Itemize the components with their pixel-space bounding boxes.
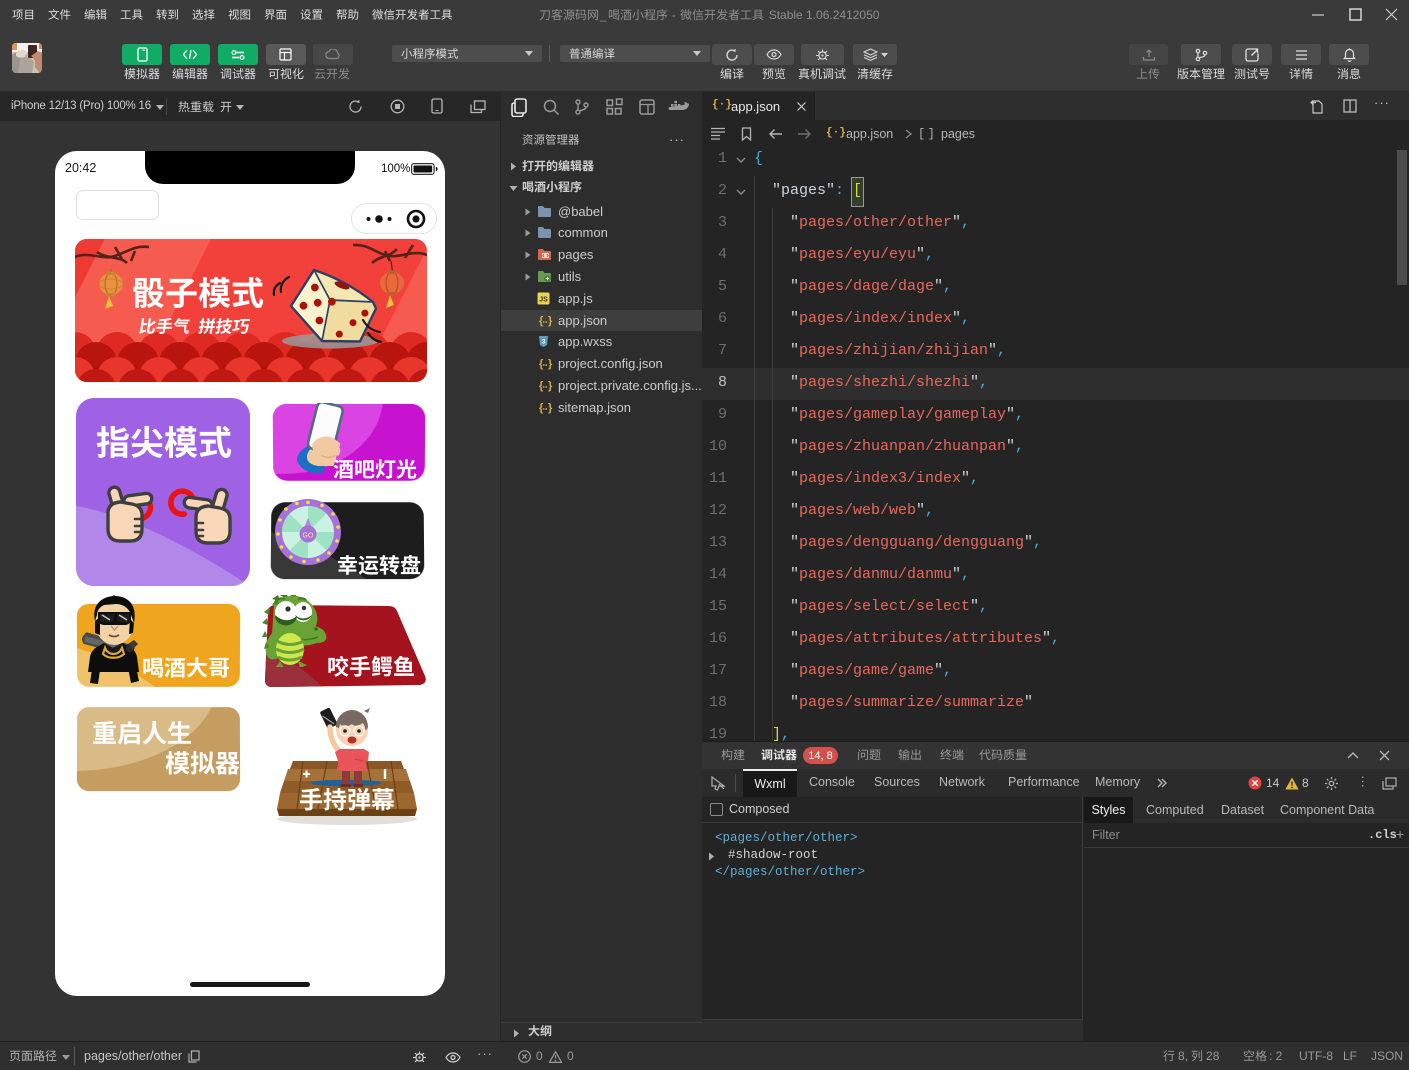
- svg-text:{: {: [539, 315, 544, 327]
- svg-text:{: {: [539, 402, 544, 414]
- svg-text:}: }: [548, 380, 553, 392]
- svg-text:3: 3: [542, 339, 546, 346]
- svg-text:{: {: [539, 358, 544, 370]
- svg-text:GO: GO: [303, 533, 314, 540]
- svg-text:{: {: [539, 380, 544, 392]
- svg-text:}: }: [548, 358, 553, 370]
- svg-text:}: }: [548, 402, 553, 414]
- svg-text:JS: JS: [539, 296, 548, 303]
- svg-text:}: }: [548, 315, 553, 327]
